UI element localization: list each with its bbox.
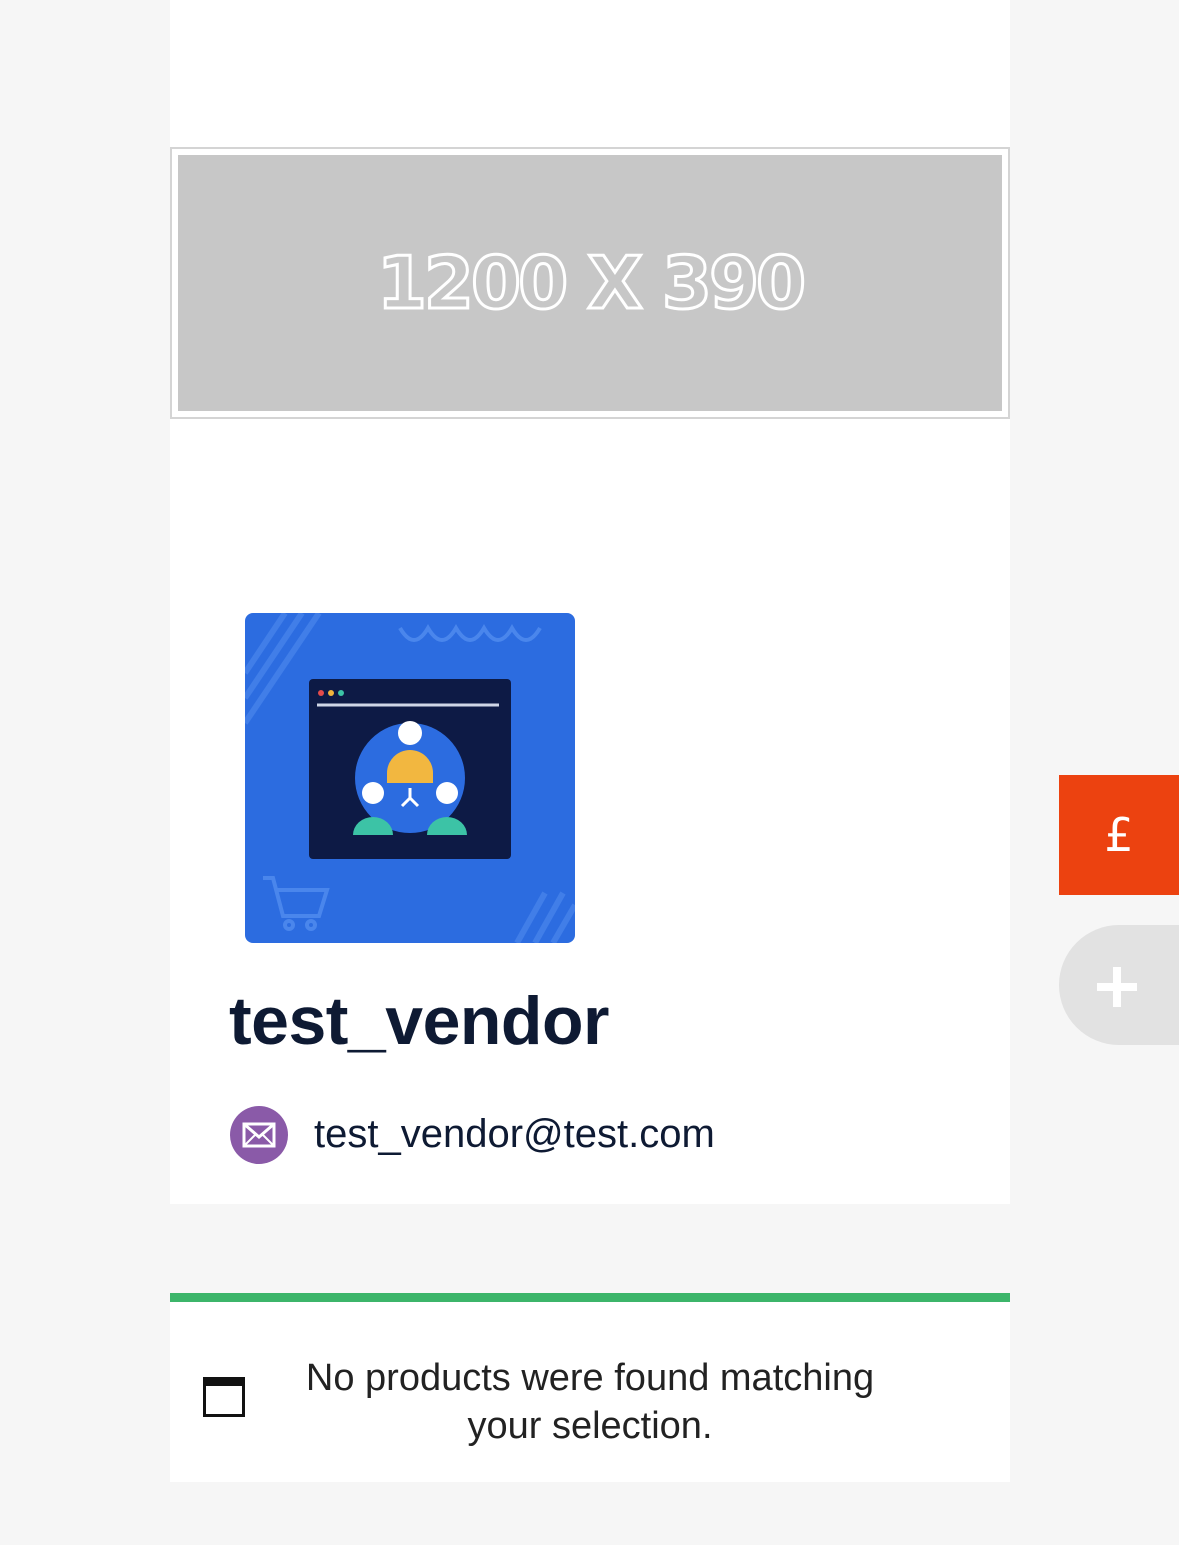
currency-switcher-button[interactable]: £ — [1059, 775, 1179, 895]
no-products-notice: No products were found matching your sel… — [170, 1293, 1010, 1482]
add-button[interactable] — [1059, 925, 1179, 1045]
vendor-logo — [245, 613, 575, 943]
vendor-store-card: 1200 X 390 test_vendor test_vendor@test.… — [170, 0, 1010, 1204]
no-products-message: No products were found matching your sel… — [305, 1357, 875, 1447]
banner-placeholder-image: 1200 X 390 — [178, 155, 1002, 411]
plus-icon — [1097, 967, 1137, 1007]
currency-symbol: £ — [1104, 808, 1134, 862]
banner-placeholder-text: 1200 X 390 — [375, 240, 807, 327]
mail-icon — [230, 1106, 288, 1164]
team-network-icon — [245, 613, 575, 943]
store-banner: 1200 X 390 — [170, 147, 1010, 419]
window-icon — [203, 1377, 245, 1417]
vendor-email-link[interactable]: test_vendor@test.com — [314, 1112, 715, 1157]
vendor-name: test_vendor — [229, 983, 609, 1059]
